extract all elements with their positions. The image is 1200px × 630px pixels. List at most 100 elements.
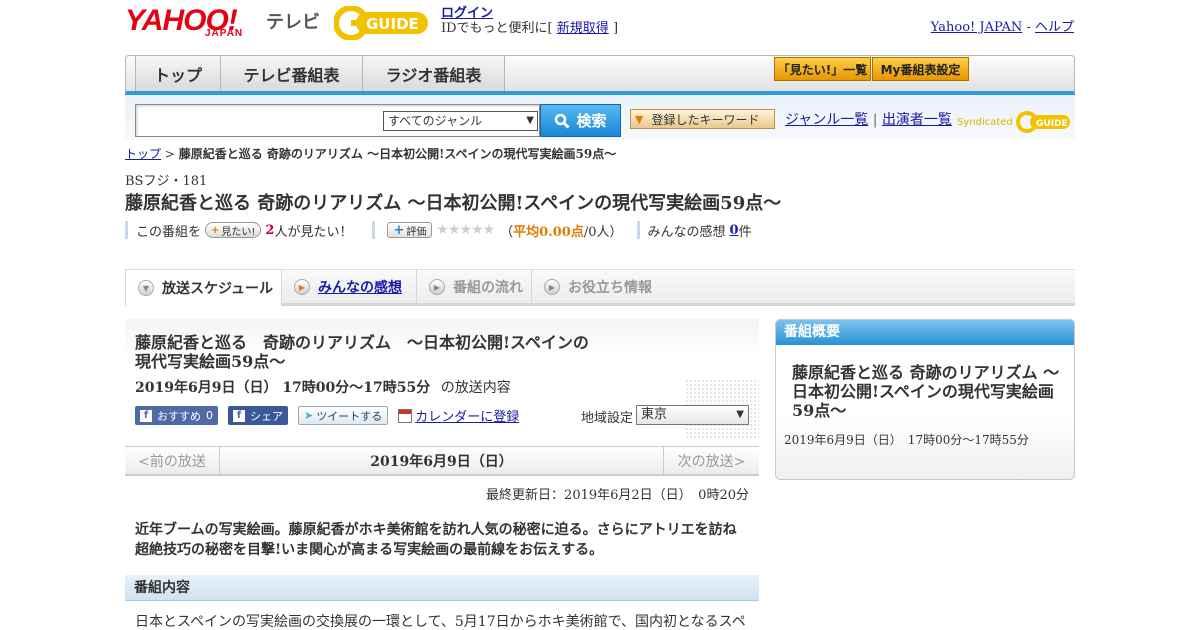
area-setting-label: 地域設定 [581, 411, 634, 426]
my-schedule-button[interactable]: My番組表設定 [872, 57, 969, 81]
program-overview-date: 2019年6月9日（日） 17時00分～17時55分 [784, 433, 1029, 447]
impressions-count-link[interactable]: 0 [730, 223, 739, 238]
program-stats: この番組を + 見たい! 2 人が見たい！ + 評価 ★★★★★ （ 平均0.00点… [125, 221, 752, 240]
previous-broadcast-button[interactable]: <前の放送 [125, 447, 220, 475]
saved-keywords-label: 登録したキーワード [651, 112, 760, 127]
facebook-icon: f [140, 409, 152, 422]
share-row: f おすすめ 0 f シェア ➤ ツイートする カレンダーに登録 [135, 406, 519, 425]
genre-select-value: すべてのジャンル [388, 114, 483, 128]
tab-useful-info[interactable]: ▶ お役立ち情報 [532, 270, 662, 304]
tweet-button[interactable]: ➤ ツイートする [298, 406, 389, 425]
syndicated-gguide-badge: Syndicated GUIDE [957, 111, 1072, 133]
chevron-right-icon: ▶ [294, 279, 310, 295]
next-broadcast-button[interactable]: 次の放送> [663, 447, 759, 475]
plus-icon: + [393, 222, 405, 238]
twitter-bird-icon: ➤ [304, 409, 314, 422]
tab-label: お役立ち情報 [568, 280, 652, 296]
breadcrumb-home-link[interactable]: トップ [125, 147, 161, 161]
link-separator: | [872, 112, 878, 128]
rate-label: 評価 [406, 226, 427, 238]
help-links: Yahoo! JAPAN - ヘルプ [931, 16, 1074, 35]
broadcast-date-nav: <前の放送 2019年6月9日（日） 次の放送> [125, 446, 759, 476]
nav-tab-radio-schedule[interactable]: ラジオ番組表 [363, 56, 505, 91]
id-note-suffix: ] [612, 21, 619, 36]
program-detail-title-line2: 現代写実絵画59点～ [135, 352, 286, 371]
program-datetime: 2019年6月9日（日） 17時00分～17時55分 の放送内容 [135, 377, 511, 397]
program-detail-title: 藤原紀香と巡る 奇跡のリアリズム ～日本初公開!スペインの 現代写実絵画59点～ [135, 333, 605, 371]
page-title: 藤原紀香と巡る 奇跡のリアリズム ～日本初公開!スペインの現代写実絵画59点～ [125, 193, 782, 214]
area-select-value: 東京 [641, 407, 668, 422]
program-overview-title: 藤原紀香と巡る 奇跡のリアリズム ～日本初公開!スペインの現代写実絵画59点～ [792, 363, 1060, 420]
tab-broadcast-schedule[interactable]: ▼ 放送スケジュール [125, 270, 282, 306]
gguide-logo[interactable]: GUIDE [333, 5, 432, 41]
tv-logo-text[interactable]: テレビ [266, 8, 320, 34]
magnifier-icon [555, 113, 571, 129]
program-subtabs: ▼ 放送スケジュール ▶ みんなの感想 ▶ 番組の流れ ▶ お役立ち情報 [125, 269, 1075, 306]
program-overview-box: 番組概要 藤原紀香と巡る 奇跡のリアリズム ～日本初公開!スペインの現代写実絵画… [775, 319, 1075, 480]
program-detail-title-line1: 藤原紀香と巡る 奇跡のリアリズム ～日本初公開!スペインの [135, 333, 589, 352]
watchlist-button[interactable]: 「見たい!」一覧 [774, 57, 871, 81]
this-program-label: この番組を [136, 224, 202, 240]
program-overview-heading: 番組概要 [776, 320, 1074, 345]
avg-suffix: /0人） [583, 224, 623, 240]
signup-link[interactable]: 新規取得 [557, 21, 609, 36]
list-links: ジャンル一覧 | 出演者一覧 [785, 109, 952, 129]
yahoo-japan-link[interactable]: Yahoo! JAPAN [931, 20, 1023, 35]
divider [125, 221, 128, 239]
nav-tab-top[interactable]: トップ [135, 56, 221, 91]
tab-impressions[interactable]: ▶ みんなの感想 [282, 270, 417, 304]
dropdown-triangle-icon: ▼ [635, 112, 644, 126]
fb-recommend-count: 0 [206, 409, 213, 422]
breadcrumb: トップ > 藤原紀香と巡る 奇跡のリアリズム ～日本初公開!スペインの現代写実絵… [125, 145, 616, 162]
facebook-share-button[interactable]: f シェア [228, 406, 288, 425]
breadcrumb-separator: > [164, 147, 175, 161]
chevron-right-icon: ▶ [544, 279, 560, 295]
calendar-register-link[interactable]: カレンダーに登録 [415, 406, 519, 425]
tab-label: みんなの感想 [318, 280, 402, 296]
content-heading: 番組内容 [125, 575, 759, 601]
gguide-logo-text: GUIDE [366, 15, 419, 33]
facebook-recommend-button[interactable]: f おすすめ 0 [135, 406, 218, 425]
genre-select[interactable]: すべてのジャンル ▼ [383, 111, 538, 131]
program-summary: 近年ブームの写実絵画。藤原紀香がホキ美術館を訪れ人気の秘密に迫る。さらにアトリエ… [135, 522, 737, 558]
breadcrumb-current: 藤原紀香と巡る 奇跡のリアリズム ～日本初公開!スペインの現代写実絵画59点～ [178, 147, 617, 161]
link-separator: - [1026, 20, 1031, 35]
broadcast-datetime: 2019年6月9日（日） 17時00分～17時55分 [135, 380, 431, 396]
help-link[interactable]: ヘルプ [1035, 20, 1074, 35]
genre-list-link[interactable]: ジャンル一覧 [785, 112, 868, 128]
chevron-right-icon: ▶ [429, 279, 445, 295]
nav-tab-tv-schedule[interactable]: テレビ番組表 [221, 56, 363, 91]
impressions-suffix: 件 [738, 224, 752, 240]
login-block: ログイン IDでもっと便利に[ 新規取得 ] [441, 6, 618, 36]
fb-share-label: シェア [250, 409, 283, 423]
rating-stars-icon: ★★★★★ [436, 222, 495, 238]
program-detail-box: 藤原紀香と巡る 奇跡のリアリズム ～日本初公開!スペインの 現代写実絵画59点～… [125, 319, 759, 439]
tab-label: 放送スケジュール [162, 281, 274, 297]
tab-program-flow[interactable]: ▶ 番組の流れ [417, 270, 532, 304]
chevron-down-icon: ▼ [138, 280, 154, 296]
area-select[interactable]: 東京 ▼ [636, 405, 749, 425]
tab-label: 番組の流れ [453, 280, 523, 296]
divider [636, 221, 640, 239]
main-nav: トップ テレビ番組表 ラジオ番組表 「見たい!」一覧 My番組表設定 [125, 55, 1075, 95]
saved-keywords-button[interactable]: ▼ 登録したキーワード [630, 109, 775, 129]
want-to-watch-button[interactable]: + 見たい! [205, 222, 262, 238]
rate-button[interactable]: + 評価 [387, 222, 433, 238]
syndicated-label: Syndicated [957, 117, 1013, 128]
search-button-label: 検索 [576, 112, 607, 130]
want-suffix: 人が見たい！ [274, 224, 353, 240]
dropdown-arrow-icon: ▼ [526, 115, 534, 126]
gguide-small-logo-text: GUIDE [1036, 119, 1068, 129]
want-count: 2 [265, 222, 275, 238]
search-button[interactable]: 検索 [540, 104, 621, 137]
tweet-label: ツイートする [316, 409, 383, 423]
dropdown-arrow-icon: ▼ [736, 409, 744, 420]
last-updated: 最終更新日：2019年6月2日（日） 0時20分 [486, 488, 749, 503]
yahoo-japan-logo-text: JAPAN [205, 28, 244, 39]
gguide-small-logo: GUIDE [1015, 111, 1070, 133]
current-broadcast-date: 2019年6月9日（日） [370, 454, 513, 470]
channel-label: BSフジ・181 [125, 174, 208, 189]
facebook-icon: f [233, 409, 245, 422]
login-link[interactable]: ログイン [441, 6, 493, 21]
performer-list-link[interactable]: 出演者一覧 [882, 112, 952, 128]
